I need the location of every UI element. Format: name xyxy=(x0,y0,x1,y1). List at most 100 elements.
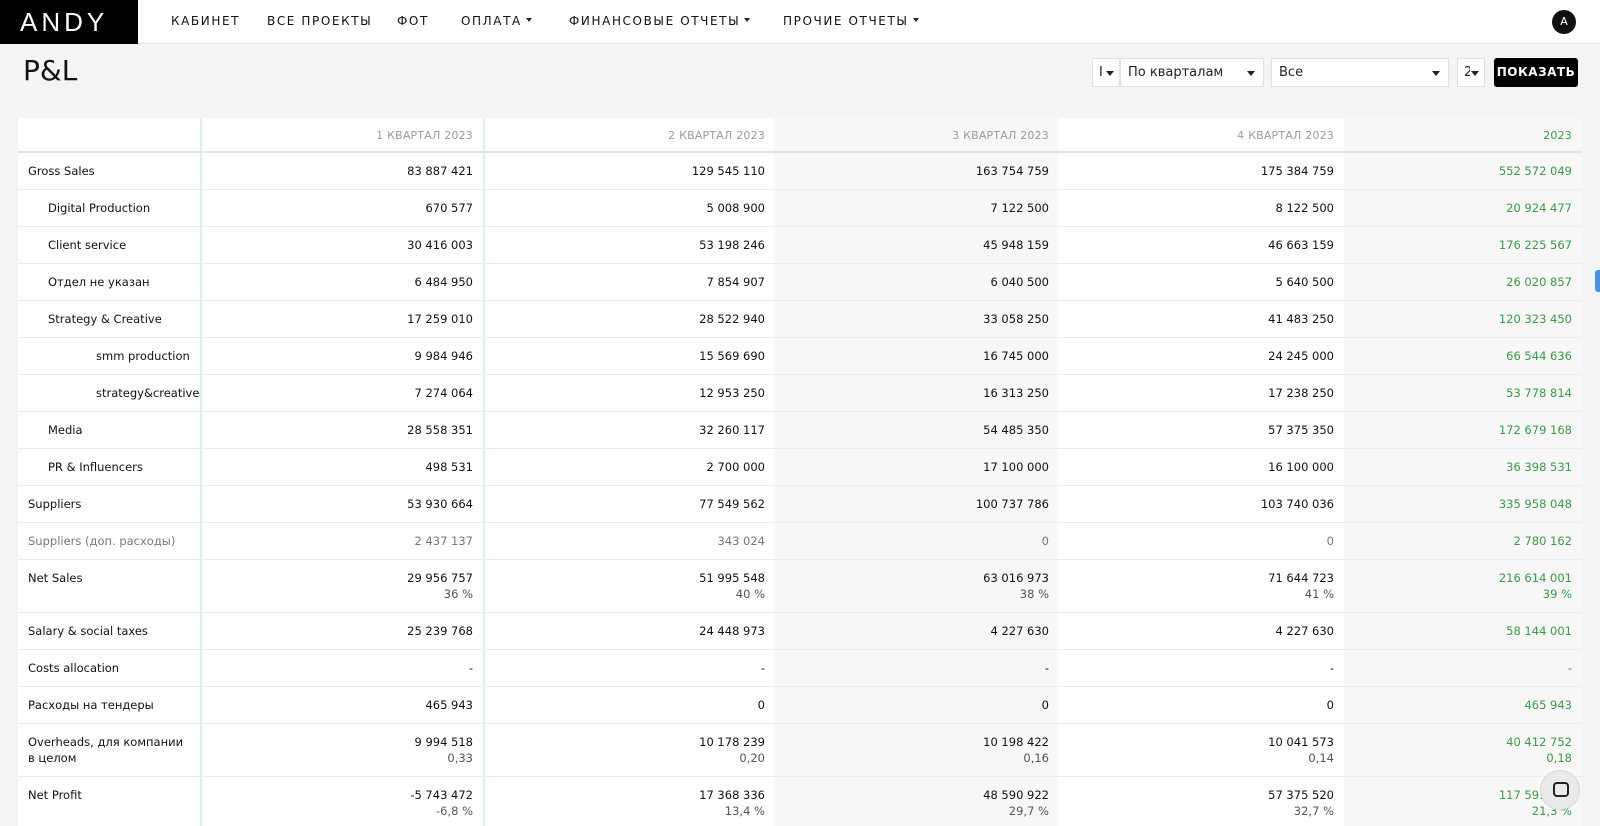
first-select[interactable]: I xyxy=(1092,58,1120,87)
scope-select-value: Все xyxy=(1279,65,1304,80)
table-row[interactable]: Suppliers 53 930 664 77 549 562 100 737 786… xyxy=(18,486,1582,523)
nav-fot[interactable]: ФОТ xyxy=(397,0,429,44)
header-q4[interactable]: 4 КВАРТАЛ 2023 xyxy=(1063,118,1334,153)
row-label: Digital Production xyxy=(48,201,151,215)
chevron-down-icon xyxy=(1106,71,1114,76)
row-value-cell: - xyxy=(1063,650,1334,676)
cell-value: 17 259 010 xyxy=(407,312,473,326)
row-value-cell: 48 590 922 29,7 % xyxy=(778,777,1049,819)
nav-other-reports[interactable]: Прочие отчеты xyxy=(783,0,919,44)
cell-value: - xyxy=(1329,661,1334,675)
header-q3[interactable]: 3 КВАРТАЛ 2023 xyxy=(778,118,1049,153)
row-label: Strategy & Creative xyxy=(48,312,162,326)
cell-sub-value: 32,7 % xyxy=(1293,804,1334,818)
table-header: 1 КВАРТАЛ 2023 2 КВАРТАЛ 2023 3 КВАРТАЛ … xyxy=(18,118,1582,153)
row-value-cell: 29 956 757 36 % xyxy=(208,560,473,602)
row-value-cell: 100 737 786 xyxy=(778,486,1049,512)
cell-value: 17 368 336 xyxy=(699,788,765,802)
row-label: Costs allocation xyxy=(28,661,120,675)
cell-value: 343 024 xyxy=(717,534,765,548)
cell-value: 77 549 562 xyxy=(699,497,765,511)
cell-value: 6 040 500 xyxy=(990,275,1049,289)
table-row[interactable]: Net Sales 29 956 757 36 % 51 995 548 40 % 63 … xyxy=(18,560,1582,613)
row-label: smm production xyxy=(96,349,190,363)
scope-select[interactable]: Все xyxy=(1271,58,1449,87)
row-value-cell: 5 640 500 xyxy=(1063,264,1334,290)
cell-sub-value: 0,14 xyxy=(1308,751,1334,765)
cell-value: 29 956 757 xyxy=(407,571,473,585)
cell-sub-value: 38 % xyxy=(1019,587,1049,601)
cell-value: 465 943 xyxy=(425,698,473,712)
row-value-cell: 17 100 000 xyxy=(778,449,1049,475)
cell-value: 176 225 567 xyxy=(1498,238,1572,252)
table-row[interactable]: PR & Influencers 498 531 2 700 000 17 100 0… xyxy=(18,449,1582,486)
table-row[interactable]: Media 28 558 351 32 260 117 54 485 350 57 37… xyxy=(18,412,1582,449)
table-row[interactable]: Costs allocation - - - - - xyxy=(18,650,1582,687)
row-label: Net Sales xyxy=(28,571,83,585)
cell-value: 24 448 973 xyxy=(699,624,765,638)
show-button[interactable]: ПОКАЗАТЬ xyxy=(1494,58,1578,87)
cell-value: 40 412 752 xyxy=(1506,735,1572,749)
row-value-cell: 33 058 250 xyxy=(778,301,1049,327)
avatar[interactable]: A xyxy=(1552,10,1576,34)
cell-value: 670 577 xyxy=(425,201,473,215)
table-row[interactable]: Overheads, для компании в целом 9 994 518… xyxy=(18,724,1582,777)
cell-sub-value: -6,8 % xyxy=(435,804,473,818)
table-row[interactable]: Suppliers (доп. расходы) 2 437 137 343 024… xyxy=(18,523,1582,560)
row-label: Salary & social taxes xyxy=(28,624,148,638)
nav-financial-reports[interactable]: Финансовые отчеты xyxy=(569,0,751,44)
row-label: Media xyxy=(48,423,83,437)
header-q1[interactable]: 1 КВАРТАЛ 2023 xyxy=(208,118,473,153)
nav-all-projects[interactable]: Все проекты xyxy=(267,0,372,44)
row-label: PR & Influencers xyxy=(48,460,143,474)
cell-value: 0 xyxy=(1326,534,1334,548)
row-value-cell: 24 245 000 xyxy=(1063,338,1334,364)
nav-payment[interactable]: Оплата xyxy=(461,0,532,44)
header-year-total[interactable]: 2023 xyxy=(1348,118,1572,153)
row-value-cell: 41 483 250 xyxy=(1063,301,1334,327)
table-row[interactable]: strategy&creative 7 274 064 12 953 250 16 3… xyxy=(18,375,1582,412)
cell-value: 57 375 520 xyxy=(1268,788,1334,802)
table-row[interactable]: Client service 30 416 003 53 198 246 45 948… xyxy=(18,227,1582,264)
top-navbar: ANDY Кабинет Все проекты ФОТ Оплата Фина… xyxy=(0,0,1600,44)
chat-button[interactable] xyxy=(1540,770,1580,810)
row-total-cell: - xyxy=(1348,650,1572,676)
row-value-cell: 15 569 690 xyxy=(493,338,765,364)
row-value-cell: 54 485 350 xyxy=(778,412,1049,438)
row-total-cell: 26 020 857 xyxy=(1348,264,1572,290)
logo[interactable]: ANDY xyxy=(0,0,138,44)
period-select[interactable]: По кварталам xyxy=(1120,58,1264,87)
nav-cabinet[interactable]: Кабинет xyxy=(171,0,240,44)
row-value-cell: 46 663 159 xyxy=(1063,227,1334,253)
cell-value: 129 545 110 xyxy=(691,164,765,178)
table-row[interactable]: Расходы на тендеры 465 943 0 0 0 465 943 xyxy=(18,687,1582,724)
table-row[interactable]: Отдел не указан 6 484 950 7 854 907 6 040 5… xyxy=(18,264,1582,301)
row-value-cell: 45 948 159 xyxy=(778,227,1049,253)
row-value-cell: 5 008 900 xyxy=(493,190,765,216)
cell-value: 24 245 000 xyxy=(1268,349,1334,363)
cell-value: 16 100 000 xyxy=(1268,460,1334,474)
row-label: Suppliers (доп. расходы) xyxy=(28,534,176,548)
row-value-cell: 0 xyxy=(778,687,1049,713)
table-row[interactable]: Salary & social taxes 25 239 768 24 448 97… xyxy=(18,613,1582,650)
chevron-down-icon xyxy=(525,17,532,22)
table-row[interactable]: Gross Sales 83 887 421 129 545 110 163 754 … xyxy=(18,153,1582,190)
table-row[interactable]: smm production 9 984 946 15 569 690 16 745 … xyxy=(18,338,1582,375)
cell-value: 66 544 636 xyxy=(1506,349,1572,363)
row-total-cell: 2 780 162 xyxy=(1348,523,1572,549)
row-value-cell: 2 700 000 xyxy=(493,449,765,475)
cell-value: 10 198 422 xyxy=(983,735,1049,749)
year-select[interactable]: 2 xyxy=(1457,58,1485,87)
cell-value: 45 948 159 xyxy=(983,238,1049,252)
row-value-cell: 53 198 246 xyxy=(493,227,765,253)
side-tab-handle[interactable] xyxy=(1595,270,1600,292)
row-label: Suppliers xyxy=(28,497,82,511)
table-row[interactable]: Digital Production 670 577 5 008 900 7 122 … xyxy=(18,190,1582,227)
table-row[interactable]: Net Profit -5 743 472 -6,8 % 17 368 336 13,4… xyxy=(18,777,1582,826)
row-label: Client service xyxy=(48,238,127,252)
row-total-cell: 58 144 001 xyxy=(1348,613,1572,639)
header-q2[interactable]: 2 КВАРТАЛ 2023 xyxy=(493,118,765,153)
cell-value: 53 198 246 xyxy=(699,238,765,252)
table-row[interactable]: Strategy & Creative 17 259 010 28 522 940 3… xyxy=(18,301,1582,338)
row-value-cell: 32 260 117 xyxy=(493,412,765,438)
